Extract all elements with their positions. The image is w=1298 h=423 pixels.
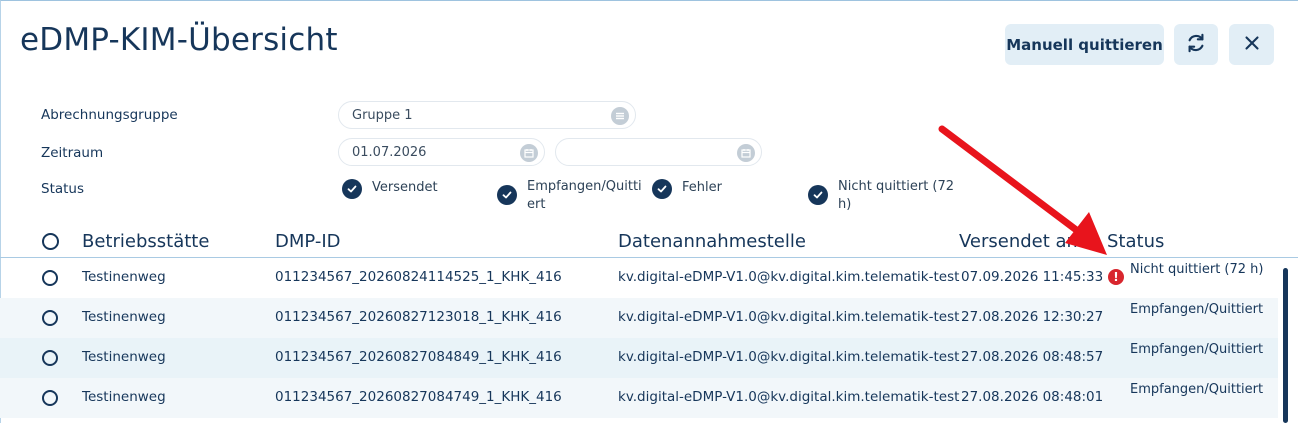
annotation-arrow-icon bbox=[938, 125, 1107, 255]
